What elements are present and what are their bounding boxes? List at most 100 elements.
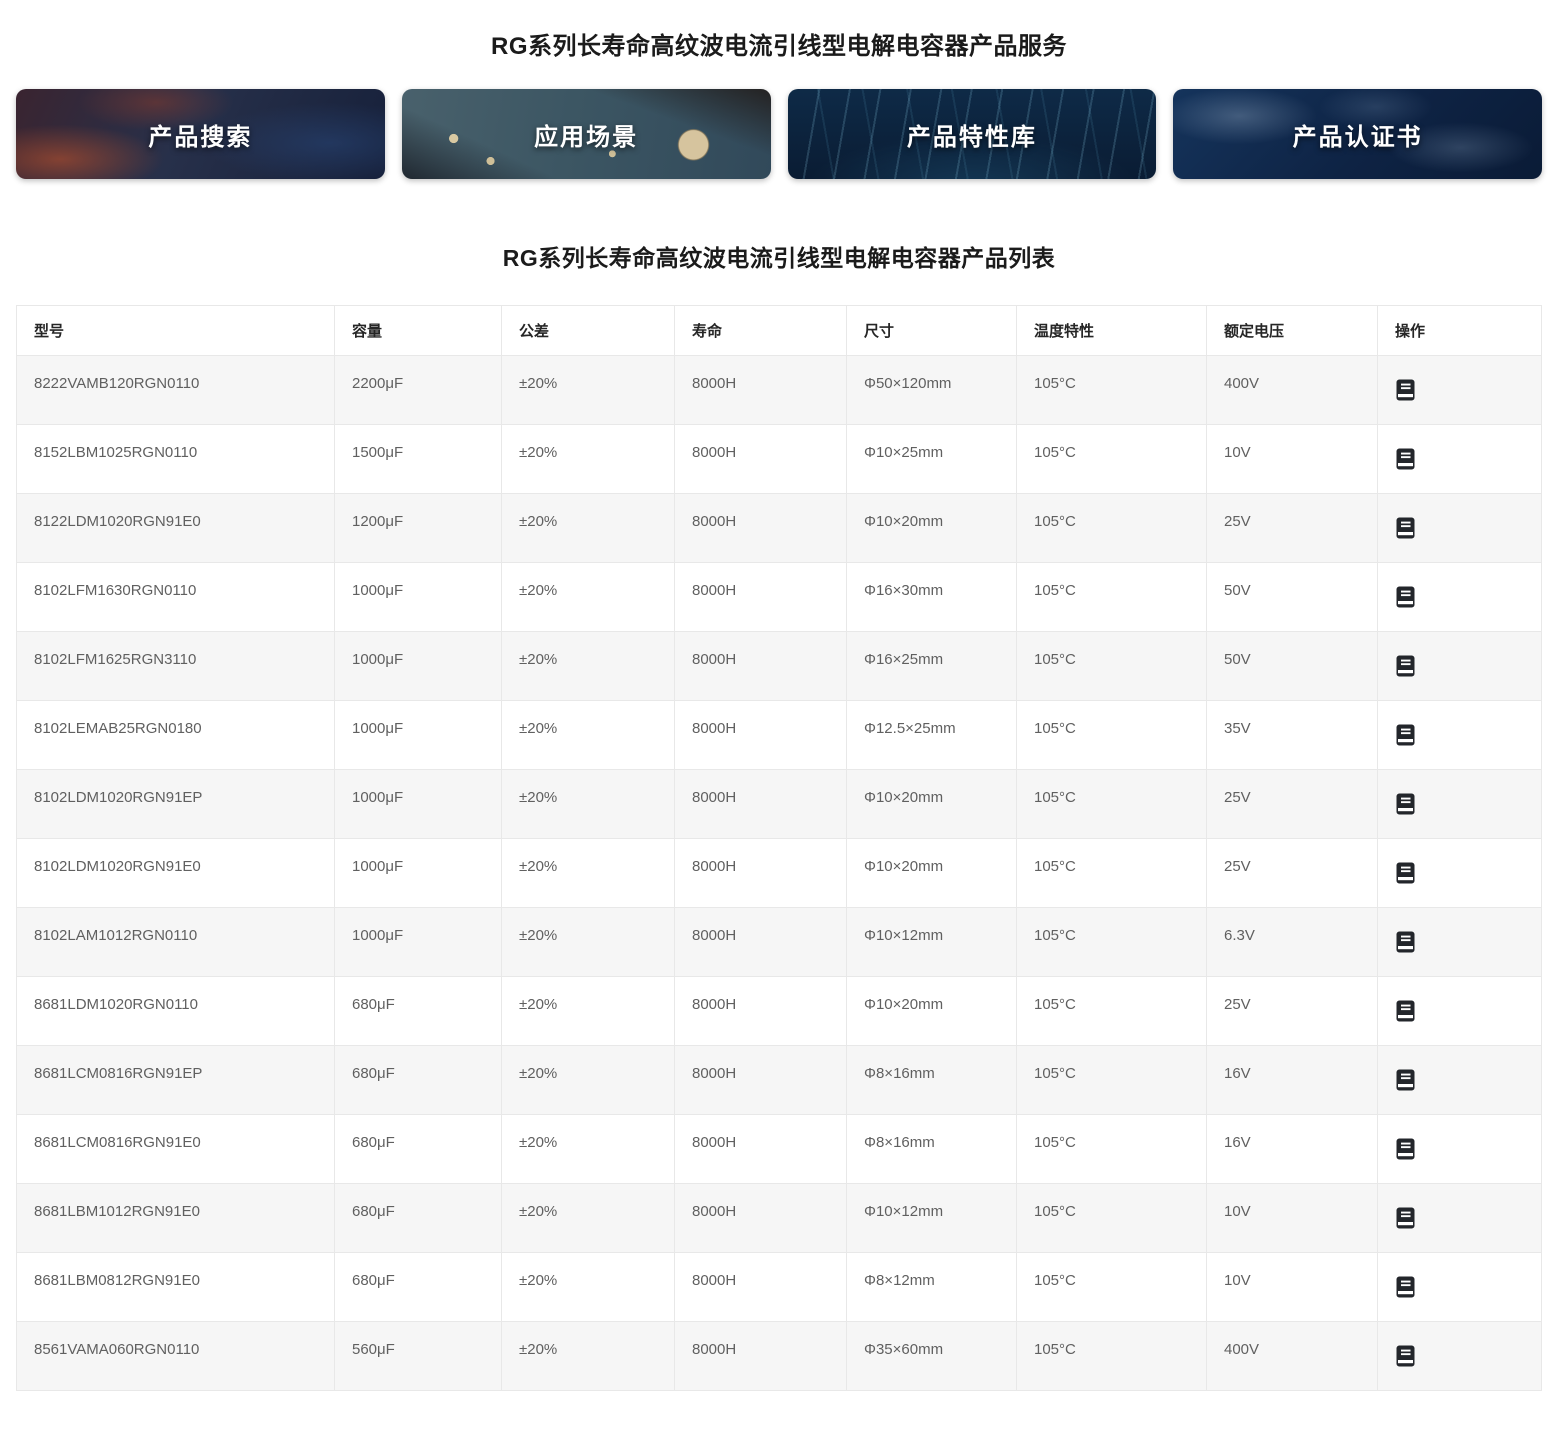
view-detail-button[interactable] bbox=[1395, 517, 1416, 539]
cell-tolerance: ±20% bbox=[501, 1183, 675, 1253]
column-header-size: 尺寸 bbox=[846, 305, 1017, 356]
cell-life: 8000H bbox=[674, 1045, 847, 1115]
table-row: 8681LDM1020RGN0110 680μF ±20% 8000H Φ10×… bbox=[16, 976, 1542, 1046]
nav-card-product-search[interactable]: 产品搜索 bbox=[16, 89, 385, 179]
cell-capacity: 680μF bbox=[334, 1252, 502, 1322]
cell-model: 8152LBM1025RGN0110 bbox=[16, 424, 335, 494]
cell-capacity: 680μF bbox=[334, 976, 502, 1046]
table-row: 8102LDM1020RGN91EP 1000μF ±20% 8000H Φ10… bbox=[16, 769, 1542, 839]
book-icon bbox=[1396, 655, 1415, 677]
view-detail-button[interactable] bbox=[1395, 793, 1416, 815]
cell-size: Φ16×30mm bbox=[846, 562, 1017, 632]
table-row: 8681LBM1012RGN91E0 680μF ±20% 8000H Φ10×… bbox=[16, 1183, 1542, 1253]
view-detail-button[interactable] bbox=[1395, 862, 1416, 884]
table-row: 8122LDM1020RGN91E0 1200μF ±20% 8000H Φ10… bbox=[16, 493, 1542, 563]
cell-voltage: 35V bbox=[1206, 700, 1378, 770]
cell-capacity: 680μF bbox=[334, 1114, 502, 1184]
cell-model: 8681LCM0816RGN91E0 bbox=[16, 1114, 335, 1184]
cell-model: 8102LDM1020RGN91E0 bbox=[16, 838, 335, 908]
cell-size: Φ12.5×25mm bbox=[846, 700, 1017, 770]
table-row: 8681LCM0816RGN91E0 680μF ±20% 8000H Φ8×1… bbox=[16, 1114, 1542, 1184]
nav-banner-row: 产品搜索 应用场景 产品特性库 产品认证书 bbox=[16, 89, 1542, 179]
nav-card-label: 产品认证书 bbox=[1292, 123, 1423, 151]
cell-voltage: 25V bbox=[1206, 493, 1378, 563]
cell-operation bbox=[1377, 631, 1542, 701]
view-detail-button[interactable] bbox=[1395, 448, 1416, 470]
cell-capacity: 560μF bbox=[334, 1321, 502, 1391]
column-header-temperature: 温度特性 bbox=[1016, 305, 1207, 356]
table-row: 8102LFM1625RGN3110 1000μF ±20% 8000H Φ16… bbox=[16, 631, 1542, 701]
view-detail-button[interactable] bbox=[1395, 379, 1416, 401]
view-detail-button[interactable] bbox=[1395, 586, 1416, 608]
cell-tolerance: ±20% bbox=[501, 838, 675, 908]
cell-life: 8000H bbox=[674, 424, 847, 494]
cell-size: Φ10×20mm bbox=[846, 838, 1017, 908]
cell-voltage: 16V bbox=[1206, 1114, 1378, 1184]
cell-size: Φ10×20mm bbox=[846, 769, 1017, 839]
cell-voltage: 10V bbox=[1206, 424, 1378, 494]
cell-model: 8222VAMB120RGN0110 bbox=[16, 355, 335, 425]
cell-operation bbox=[1377, 976, 1542, 1046]
nav-card-label: 产品搜索 bbox=[148, 123, 253, 151]
book-icon bbox=[1396, 586, 1415, 608]
cell-operation bbox=[1377, 1045, 1542, 1115]
cell-life: 8000H bbox=[674, 976, 847, 1046]
view-detail-button[interactable] bbox=[1395, 1138, 1416, 1160]
cell-size: Φ10×20mm bbox=[846, 976, 1017, 1046]
view-detail-button[interactable] bbox=[1395, 1207, 1416, 1229]
cell-voltage: 50V bbox=[1206, 562, 1378, 632]
cell-operation bbox=[1377, 700, 1542, 770]
cell-voltage: 400V bbox=[1206, 1321, 1378, 1391]
book-icon bbox=[1396, 1138, 1415, 1160]
table-row: 8152LBM1025RGN0110 1500μF ±20% 8000H Φ10… bbox=[16, 424, 1542, 494]
view-detail-button[interactable] bbox=[1395, 724, 1416, 746]
cell-life: 8000H bbox=[674, 700, 847, 770]
view-detail-button[interactable] bbox=[1395, 1345, 1416, 1367]
cell-life: 8000H bbox=[674, 562, 847, 632]
book-icon bbox=[1396, 448, 1415, 470]
cell-operation bbox=[1377, 1252, 1542, 1322]
view-detail-button[interactable] bbox=[1395, 931, 1416, 953]
column-header-capacity: 容量 bbox=[334, 305, 502, 356]
column-header-operation: 操作 bbox=[1377, 305, 1542, 356]
book-icon bbox=[1396, 862, 1415, 884]
nav-card-product-certificates[interactable]: 产品认证书 bbox=[1173, 89, 1542, 179]
cell-capacity: 1500μF bbox=[334, 424, 502, 494]
cell-size: Φ10×12mm bbox=[846, 1183, 1017, 1253]
cell-model: 8102LEMAB25RGN0180 bbox=[16, 700, 335, 770]
cell-life: 8000H bbox=[674, 1252, 847, 1322]
cell-size: Φ8×16mm bbox=[846, 1045, 1017, 1115]
cell-temperature: 105°C bbox=[1016, 838, 1207, 908]
cell-size: Φ35×60mm bbox=[846, 1321, 1017, 1391]
cell-life: 8000H bbox=[674, 493, 847, 563]
nav-card-application-scenes[interactable]: 应用场景 bbox=[401, 89, 771, 179]
cell-model: 8681LCM0816RGN91EP bbox=[16, 1045, 335, 1115]
cell-life: 8000H bbox=[674, 631, 847, 701]
book-icon bbox=[1396, 517, 1415, 539]
view-detail-button[interactable] bbox=[1395, 1000, 1416, 1022]
nav-card-product-characteristics[interactable]: 产品特性库 bbox=[787, 89, 1157, 179]
cell-life: 8000H bbox=[674, 838, 847, 908]
cell-voltage: 25V bbox=[1206, 976, 1378, 1046]
cell-model: 8681LDM1020RGN0110 bbox=[16, 976, 335, 1046]
book-icon bbox=[1396, 379, 1415, 401]
cell-size: Φ8×12mm bbox=[846, 1252, 1017, 1322]
cell-temperature: 105°C bbox=[1016, 907, 1207, 977]
cell-model: 8102LDM1020RGN91EP bbox=[16, 769, 335, 839]
cell-capacity: 2200μF bbox=[334, 355, 502, 425]
cell-temperature: 105°C bbox=[1016, 769, 1207, 839]
cell-capacity: 1000μF bbox=[334, 838, 502, 908]
view-detail-button[interactable] bbox=[1395, 1069, 1416, 1091]
table-row: 8102LEMAB25RGN0180 1000μF ±20% 8000H Φ12… bbox=[16, 700, 1542, 770]
view-detail-button[interactable] bbox=[1395, 1276, 1416, 1298]
book-icon bbox=[1396, 1345, 1415, 1367]
cell-tolerance: ±20% bbox=[501, 631, 675, 701]
cell-operation bbox=[1377, 1114, 1542, 1184]
cell-temperature: 105°C bbox=[1016, 976, 1207, 1046]
view-detail-button[interactable] bbox=[1395, 655, 1416, 677]
cell-temperature: 105°C bbox=[1016, 1045, 1207, 1115]
cell-size: Φ10×20mm bbox=[846, 493, 1017, 563]
cell-temperature: 105°C bbox=[1016, 1114, 1207, 1184]
cell-tolerance: ±20% bbox=[501, 562, 675, 632]
book-icon bbox=[1396, 1000, 1415, 1022]
